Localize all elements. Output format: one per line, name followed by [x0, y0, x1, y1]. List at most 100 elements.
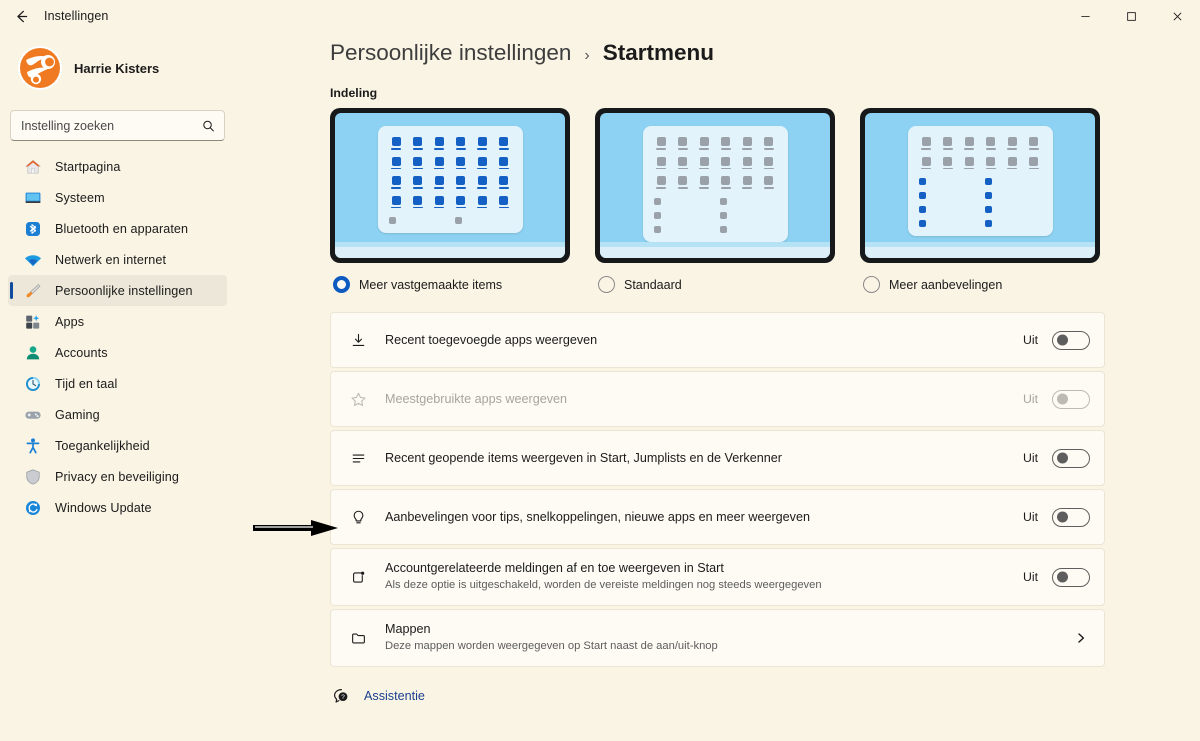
clock-icon: [26, 376, 40, 391]
toggle-accountgerelateerde-meldingen[interactable]: [1052, 567, 1090, 587]
sidebar: Harrie Kisters Startpagina Systeem: [0, 32, 235, 741]
toggle-aanbevelingen[interactable]: [1052, 507, 1090, 527]
search-box[interactable]: [10, 110, 225, 141]
toggle-state-label: Uit: [1022, 392, 1038, 406]
gamepad-icon: [25, 411, 41, 419]
sidebar-item-bluetooth[interactable]: Bluetooth en apparaten: [8, 213, 227, 244]
setting-title: Aanbevelingen voor tips, snelkoppelingen…: [385, 509, 810, 524]
start-menu-preview: [377, 126, 523, 234]
setting-row-aanbevelingen[interactable]: Aanbevelingen voor tips, snelkoppelingen…: [330, 489, 1105, 545]
shield-icon: [26, 468, 40, 485]
maximize-icon: [1126, 11, 1136, 21]
setting-title: Meestgebruikte apps weergeven: [385, 391, 568, 406]
breadcrumb-parent[interactable]: Persoonlijke instellingen: [330, 40, 571, 66]
toggle-recent-toegevoegde-apps[interactable]: [1052, 330, 1090, 350]
toggle-meestgebruikte-apps: [1052, 389, 1090, 409]
layout-radio-row[interactable]: Meer vastgemaakte items: [330, 276, 570, 293]
home-icon: [25, 159, 41, 174]
radio-standaard[interactable]: [598, 276, 615, 293]
taskbar-preview: [600, 242, 830, 258]
radio-meer-vastgemaakte-items[interactable]: [333, 276, 350, 293]
layout-radio-row[interactable]: Standaard: [595, 276, 835, 293]
layout-radio-row[interactable]: Meer aanbevelingen: [860, 276, 1100, 293]
avatar: [18, 46, 62, 90]
layout-option-meer-aanbevelingen[interactable]: Meer aanbevelingen: [860, 108, 1100, 293]
section-label-indeling: Indeling: [330, 86, 378, 100]
recommended-list: [918, 178, 1042, 228]
assistance-section[interactable]: ? Assistentie: [330, 687, 1200, 705]
setting-title: Recent geopende items weergeven in Start…: [385, 450, 782, 465]
toggle-recent-geopende-items[interactable]: [1052, 448, 1090, 468]
breadcrumb: Persoonlijke instellingen › Startmenu: [330, 40, 1200, 66]
sidebar-item-privacy[interactable]: Privacy en beveiliging: [8, 461, 227, 492]
account-name: Harrie Kisters: [74, 60, 160, 76]
wifi-icon: [25, 254, 41, 266]
layout-preview: [330, 108, 570, 263]
layout-option-meer-vastgemaakte-items[interactable]: Meer vastgemaakte items: [330, 108, 570, 293]
maximize-button[interactable]: [1108, 0, 1154, 32]
pinned-apps-grid: [654, 137, 777, 189]
back-button[interactable]: [4, 1, 38, 31]
recommended-list: [388, 217, 512, 225]
pinned-apps-grid: [919, 137, 1042, 170]
setting-row-mappen[interactable]: Mappen Deze mappen worden weergegeven op…: [330, 609, 1105, 667]
layout-option-label: Standaard: [624, 277, 682, 292]
start-menu-preview: [642, 126, 788, 242]
layout-option-label: Meer vastgemaakte items: [359, 277, 503, 292]
lightbulb-icon: [347, 509, 369, 526]
sidebar-item-accounts[interactable]: Accounts: [8, 337, 227, 368]
minimize-icon: [1080, 15, 1090, 17]
close-button[interactable]: [1154, 0, 1200, 32]
layout-option-standaard[interactable]: Standaard: [595, 108, 835, 293]
breadcrumb-separator: ›: [584, 47, 590, 64]
monitor-icon: [25, 192, 41, 203]
window-title: Instellingen: [44, 9, 109, 23]
setting-title: Recent toegevoegde apps weergeven: [385, 332, 598, 347]
setting-description: Deze mappen worden weergegeven op Start …: [385, 640, 718, 653]
sidebar-item-persoonlijke-instellingen[interactable]: Persoonlijke instellingen: [8, 275, 227, 306]
sidebar-item-label: Accounts: [55, 345, 108, 360]
list-icon: [347, 450, 369, 467]
search-input[interactable]: [11, 111, 224, 140]
account-section[interactable]: Harrie Kisters: [8, 38, 227, 96]
search-icon: [203, 120, 214, 131]
sidebar-item-label: Gaming: [55, 407, 100, 422]
toggle-state-label: Uit: [1022, 333, 1038, 347]
sidebar-item-systeem[interactable]: Systeem: [8, 182, 227, 213]
sidebar-item-label: Systeem: [55, 190, 105, 205]
sidebar-item-tijd-en-taal[interactable]: Tijd en taal: [8, 368, 227, 399]
close-icon: [1173, 12, 1181, 20]
setting-row-recent-geopende-items[interactable]: Recent geopende items weergeven in Start…: [330, 430, 1105, 486]
assistance-link[interactable]: Assistentie: [364, 689, 425, 703]
sidebar-item-label: Persoonlijke instellingen: [55, 283, 193, 298]
svg-text:?: ?: [341, 694, 345, 701]
radio-meer-aanbevelingen[interactable]: [863, 276, 880, 293]
sidebar-item-startpagina[interactable]: Startpagina: [8, 151, 227, 182]
setting-row-recent-toegevoegde-apps[interactable]: Recent toegevoegde apps weergeven Uit: [330, 312, 1105, 368]
sidebar-item-windows-update[interactable]: Windows Update: [8, 492, 227, 523]
help-icon: ?: [332, 687, 350, 705]
sidebar-item-netwerk[interactable]: Netwerk en internet: [8, 244, 227, 275]
sidebar-item-label: Apps: [55, 314, 85, 329]
chevron-right-icon[interactable]: [1072, 632, 1090, 644]
window-controls: [1062, 0, 1200, 32]
sidebar-nav: Startpagina Systeem Bluetooth en apparat…: [8, 151, 227, 523]
toggle-state-label: Uit: [1022, 570, 1038, 584]
toggle-state-label: Uit: [1022, 451, 1038, 465]
back-arrow-icon: [16, 10, 27, 22]
sidebar-item-label: Startpagina: [55, 159, 121, 174]
setting-title: Accountgerelateerde meldingen af en toe …: [385, 561, 724, 576]
paintbrush-icon: [26, 283, 41, 297]
setting-row-accountgerelateerde-meldingen[interactable]: Accountgerelateerde meldingen af en toe …: [330, 548, 1105, 606]
update-icon: [26, 500, 40, 515]
pinned-apps-grid: [389, 137, 512, 209]
sidebar-item-toegankelijkheid[interactable]: Toegankelijkheid: [8, 430, 227, 461]
accessibility-icon: [26, 437, 40, 453]
minimize-button[interactable]: [1062, 0, 1108, 32]
sidebar-item-gaming[interactable]: Gaming: [8, 399, 227, 430]
download-icon: [347, 332, 369, 349]
sidebar-item-apps[interactable]: Apps: [8, 306, 227, 337]
sidebar-item-label: Netwerk en internet: [55, 252, 167, 267]
apps-icon: [26, 314, 40, 329]
sidebar-item-label: Bluetooth en apparaten: [55, 221, 189, 236]
